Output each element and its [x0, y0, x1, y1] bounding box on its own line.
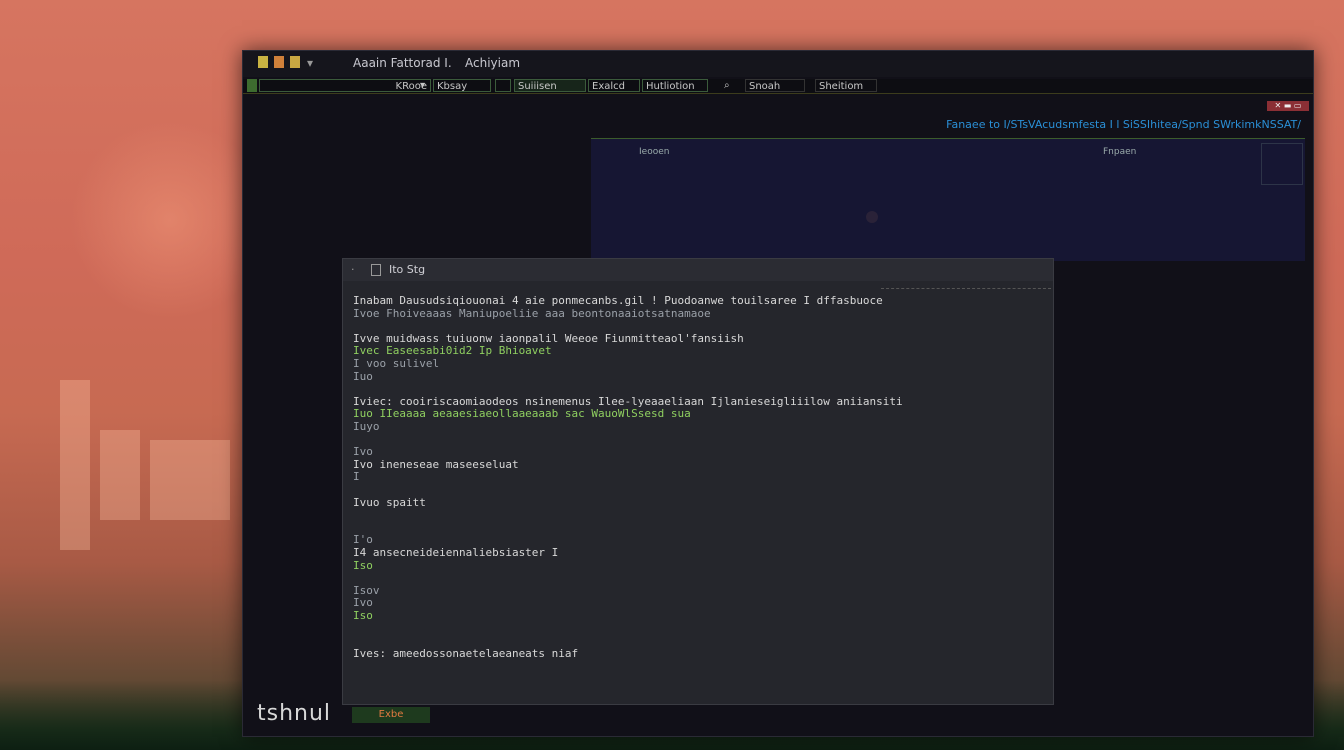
code-line: I voo sulivel: [353, 357, 440, 370]
panel-label-left: Ieooen: [639, 147, 670, 157]
toolbar-green-box[interactable]: [247, 79, 257, 92]
search-icon[interactable]: ⌕: [721, 79, 735, 92]
toolbar-tab[interactable]: Snoah: [745, 79, 805, 92]
toolbar-button-a[interactable]: [495, 79, 511, 92]
code-line: Inabam Dausudsiqiouonai 4 aie ponmecanbs…: [353, 294, 883, 307]
brand-badge: Exbe: [352, 707, 430, 723]
code-line: Isov: [353, 583, 380, 597]
brand-name: tshnul: [257, 701, 332, 726]
toolbar-tab[interactable]: Suiiisen: [514, 79, 586, 92]
app-icon-b[interactable]: [274, 56, 284, 68]
code-line: I'o: [353, 533, 373, 547]
output-panel: Ieooen Fnpaen: [591, 138, 1305, 261]
toolbar: KRooe ▾ Kbsay Suiiisen Exalcd Hutliotion…: [243, 79, 1313, 94]
chevron-down-icon[interactable]: ▾: [307, 56, 313, 70]
code-line: Iso: [353, 558, 373, 572]
code-line: Ivve muidwass tuiuonw iaonpalil Weeoe Fi…: [353, 331, 744, 345]
code-line: I4 ansecneideiennaliebsiaster I: [353, 546, 559, 559]
window-title: Aaain Fattorad I.: [353, 56, 452, 70]
editor-title: Ito Stg: [389, 263, 426, 276]
code-line: Iviec: cooiriscaomiaodeos nsinemenus Ile…: [353, 394, 903, 408]
code-line: Ivo: [353, 445, 373, 459]
code-line: Iuyo: [353, 420, 380, 433]
panel-preview-box[interactable]: [1261, 143, 1303, 185]
code-line: Ivuo spaitt: [353, 495, 426, 509]
code-line: Ives: ameedossonaetelaeaneats niaf: [353, 646, 579, 660]
toolbar-tab[interactable]: Hutliotion: [642, 79, 708, 92]
code-line: Iuo IIeaaaa aeaaesiaeollaaeaaab sac Wauo…: [353, 407, 691, 421]
background-building: [100, 430, 140, 520]
dropdown-arrow-icon[interactable]: ▾: [417, 79, 429, 92]
code-line: Ivoe Fhoiveaaas Maniupoeliie aaa beonton…: [353, 306, 711, 320]
toolbar-tab[interactable]: Sheitiom: [815, 79, 877, 92]
code-line: Iso: [353, 609, 373, 622]
status-line: Fanaee to I/STsVAcudsmfesta I l SiSSIhit…: [946, 118, 1301, 131]
toolbar-input[interactable]: KRooe: [259, 79, 431, 92]
editor-menu-icon[interactable]: ·: [351, 263, 355, 276]
code-line: Ivo ineneseae maseeseluat: [353, 457, 519, 471]
editor-ruler: [881, 288, 1051, 299]
app-icon-a[interactable]: [258, 56, 268, 68]
file-icon: [371, 264, 381, 276]
toolbar-tab[interactable]: Exalcd: [588, 79, 640, 92]
code-line: Ivo: [353, 596, 373, 610]
code-line: Iuo: [353, 369, 373, 383]
editor-window[interactable]: · Ito Stg Inabam Dausudsiqiouonai 4 aie …: [342, 258, 1054, 705]
editor-titlebar: · Ito Stg: [343, 259, 1053, 281]
app-icon-c[interactable]: [290, 56, 300, 68]
toolbar-select[interactable]: Kbsay: [433, 79, 491, 92]
panel-indicator-dot: [866, 211, 878, 223]
code-line: I: [353, 470, 360, 484]
code-line: Ivec Easeesabi0id2 Ip Bhioavet: [353, 344, 552, 358]
background-building: [60, 380, 90, 550]
window-subtitle: Achiyiam: [465, 56, 521, 70]
panel-label-right: Fnpaen: [1103, 147, 1137, 157]
titlebar: ▾ Aaain Fattorad I. Achiyiam: [243, 51, 1313, 77]
background-building: [150, 440, 230, 520]
background-glow: [70, 120, 270, 320]
close-button[interactable]: ✕ ▬ ▭: [1267, 101, 1309, 111]
